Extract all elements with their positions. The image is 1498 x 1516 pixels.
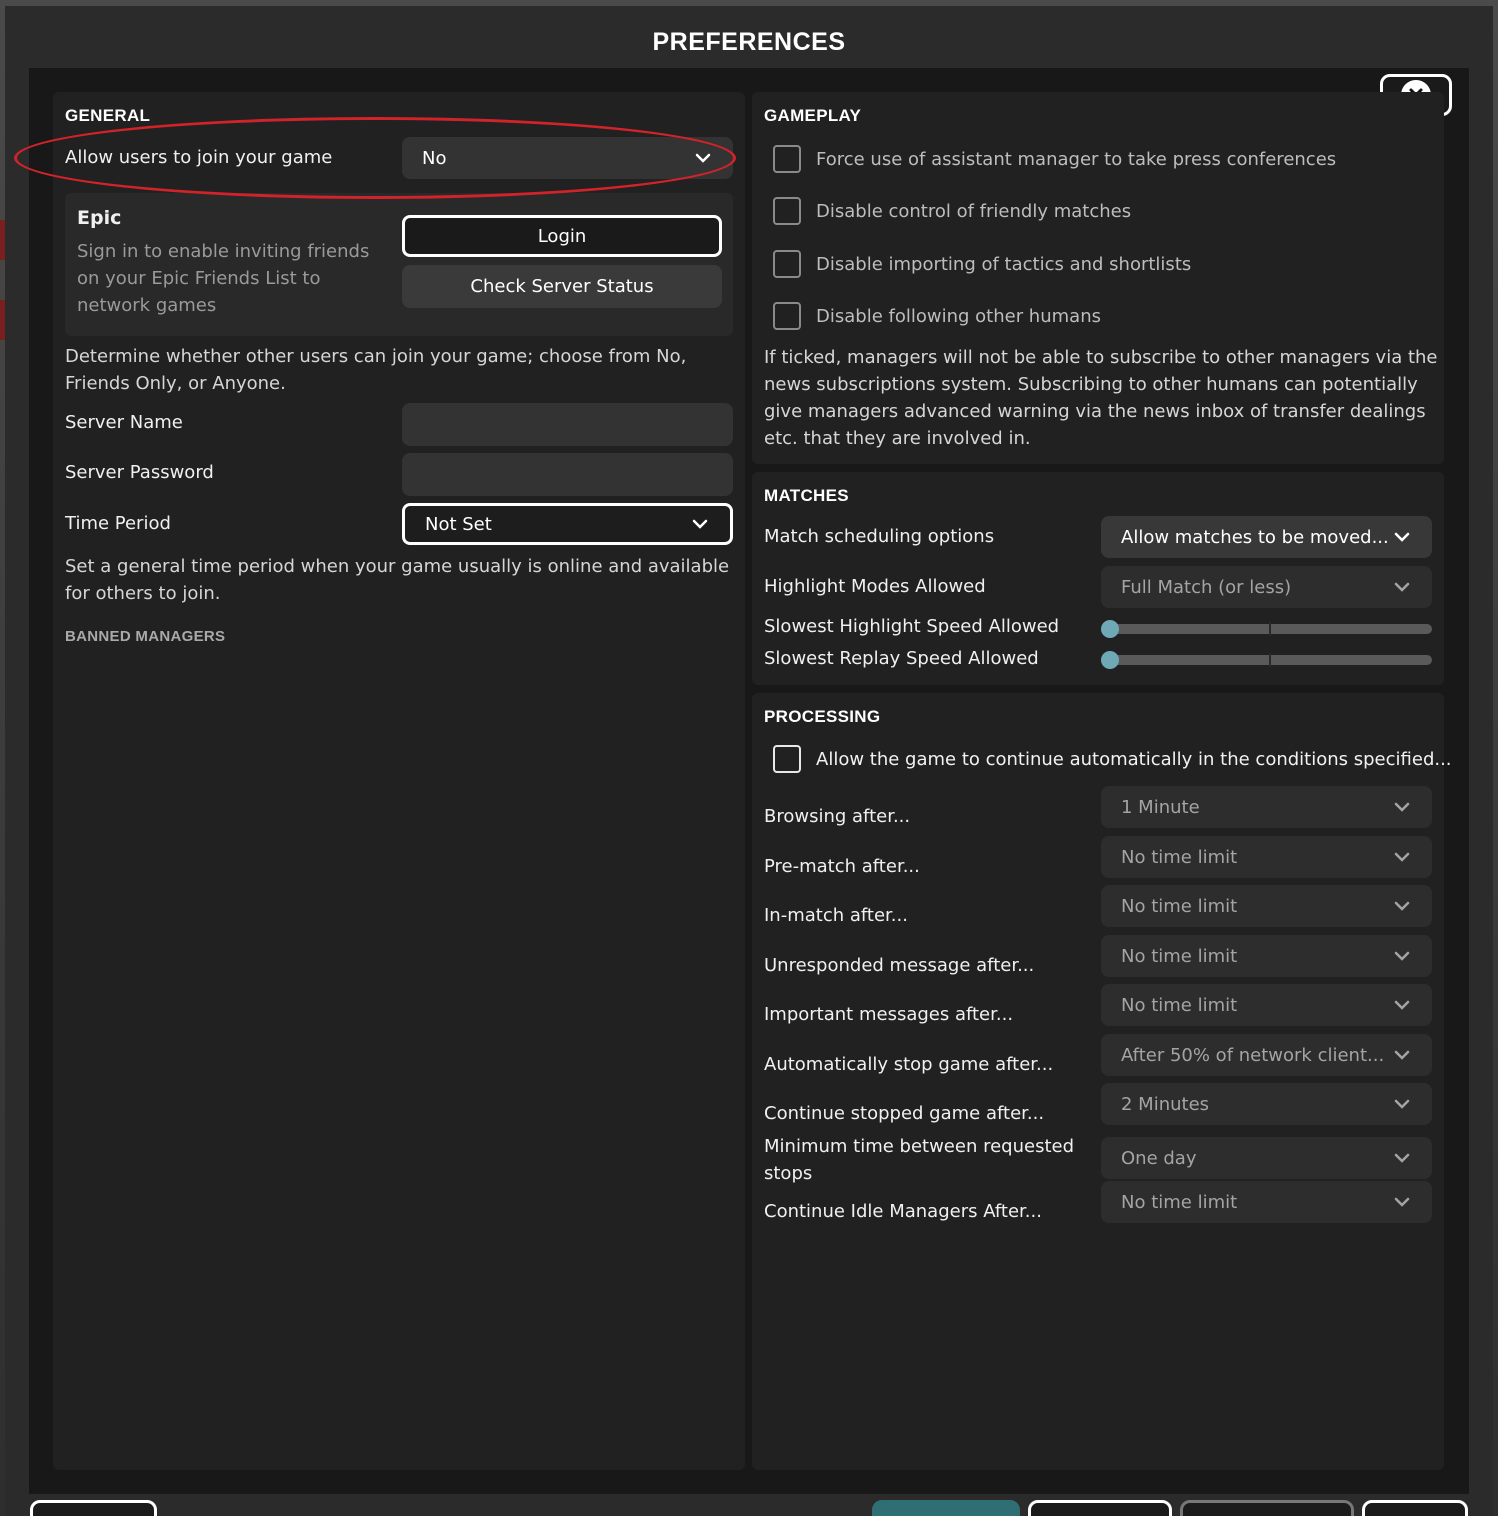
- server-name-input[interactable]: [402, 403, 733, 446]
- processing-row-value: No time limit: [1121, 994, 1238, 1016]
- gameplay-option[interactable]: Disable following other humans: [773, 302, 1101, 330]
- time-period-dropdown[interactable]: Not Set: [402, 503, 733, 545]
- processing-row-label: Unresponded message after...: [764, 955, 1035, 976]
- slider-tick: [1268, 653, 1271, 667]
- chevron-down-icon: [1394, 901, 1410, 911]
- processing-row-label: Pre-match after...: [764, 856, 920, 877]
- highlight-modes-value: Full Match (or less): [1121, 576, 1292, 598]
- processing-row-dropdown[interactable]: No time limit: [1101, 984, 1432, 1026]
- match-scheduling-label: Match scheduling options: [764, 526, 995, 547]
- slider-knob[interactable]: [1101, 620, 1119, 638]
- chevron-down-icon: [692, 519, 708, 529]
- chevron-down-icon: [695, 153, 711, 163]
- gameplay-option-label: Disable control of friendly matches: [816, 200, 1132, 222]
- footer-button[interactable]: [872, 1500, 1020, 1516]
- join-description: Determine whether other users can join y…: [65, 346, 687, 394]
- processing-row-dropdown[interactable]: 2 Minutes: [1101, 1083, 1432, 1125]
- highlight-modes-dropdown[interactable]: Full Match (or less): [1101, 566, 1432, 608]
- chevron-down-icon: [1394, 1197, 1410, 1207]
- slowest-highlight-label: Slowest Highlight Speed Allowed: [764, 616, 1060, 637]
- gameplay-option-label: Disable importing of tactics and shortli…: [816, 253, 1192, 275]
- processing-row-dropdown[interactable]: No time limit: [1101, 885, 1432, 927]
- processing-row-dropdown[interactable]: One day: [1101, 1137, 1432, 1179]
- processing-row-dropdown[interactable]: After 50% of network client...: [1101, 1034, 1432, 1076]
- chevron-down-icon: [1394, 582, 1410, 592]
- server-password-label: Server Password: [65, 462, 214, 483]
- processing-row-value: No time limit: [1121, 945, 1238, 967]
- chevron-down-icon: [1394, 1099, 1410, 1109]
- gameplay-description: If ticked, managers will not be able to …: [764, 347, 1438, 449]
- processing-row-dropdown[interactable]: 1 Minute: [1101, 786, 1432, 828]
- processing-heading: PROCESSING: [764, 707, 881, 726]
- server-password-input[interactable]: [402, 453, 733, 496]
- footer-button[interactable]: [1028, 1500, 1172, 1516]
- processing-row-label: Important messages after...: [764, 1004, 1014, 1025]
- processing-row-label: In-match after...: [764, 905, 908, 926]
- chevron-down-icon: [1394, 1000, 1410, 1010]
- processing-row-dropdown[interactable]: No time limit: [1101, 1181, 1432, 1223]
- slowest-highlight-slider[interactable]: [1101, 620, 1432, 638]
- processing-row-label: Automatically stop game after...: [764, 1054, 1054, 1075]
- footer-button[interactable]: [1362, 1500, 1468, 1516]
- checkbox[interactable]: [773, 302, 801, 330]
- checkbox[interactable]: [773, 745, 801, 773]
- epic-description: Sign in to enable inviting friends on yo…: [77, 241, 370, 316]
- processing-row-value: One day: [1121, 1147, 1197, 1169]
- gameplay-option-label: Force use of assistant manager to take p…: [816, 148, 1337, 170]
- matches-heading: MATCHES: [764, 486, 849, 505]
- chevron-down-icon: [1394, 852, 1410, 862]
- gameplay-option[interactable]: Force use of assistant manager to take p…: [773, 145, 1336, 173]
- slider-knob[interactable]: [1101, 651, 1119, 669]
- processing-row-label: Minimum time between requested stops: [764, 1136, 1075, 1184]
- time-period-value: Not Set: [425, 513, 492, 535]
- processing-row-value: After 50% of network client...: [1121, 1044, 1385, 1066]
- gameplay-option[interactable]: Disable control of friendly matches: [773, 197, 1131, 225]
- checkbox[interactable]: [773, 250, 801, 278]
- processing-row-value: No time limit: [1121, 846, 1238, 868]
- allow-join-label: Allow users to join your game: [65, 147, 333, 168]
- checkbox[interactable]: [773, 145, 801, 173]
- chevron-down-icon: [1394, 1153, 1410, 1163]
- dialog-title: PREFERENCES: [652, 28, 846, 56]
- gameplay-option-label: Disable following other humans: [816, 305, 1101, 327]
- auto-continue-option[interactable]: Allow the game to continue automatically…: [773, 745, 1452, 773]
- slider-tick: [1268, 622, 1271, 636]
- chevron-down-icon: [1394, 532, 1410, 542]
- processing-row-value: No time limit: [1121, 895, 1238, 917]
- processing-row-value: No time limit: [1121, 1191, 1238, 1213]
- slowest-replay-label: Slowest Replay Speed Allowed: [764, 648, 1039, 669]
- time-period-label: Time Period: [65, 513, 171, 534]
- auto-continue-label: Allow the game to continue automatically…: [816, 748, 1452, 770]
- chevron-down-icon: [1394, 1050, 1410, 1060]
- general-heading: GENERAL: [65, 106, 151, 125]
- epic-title: Epic: [77, 207, 122, 229]
- processing-row-label: Continue stopped game after...: [764, 1103, 1045, 1124]
- footer-button[interactable]: [30, 1500, 157, 1516]
- processing-row-value: 1 Minute: [1121, 796, 1200, 818]
- check-server-status-button[interactable]: Check Server Status: [402, 265, 722, 308]
- processing-row-dropdown[interactable]: No time limit: [1101, 935, 1432, 977]
- highlight-modes-label: Highlight Modes Allowed: [764, 576, 986, 597]
- match-scheduling-dropdown[interactable]: Allow matches to be moved...: [1101, 516, 1432, 558]
- time-period-description: Set a general time period when your game…: [65, 556, 730, 604]
- allow-join-value: No: [422, 147, 447, 169]
- processing-row-label: Browsing after...: [764, 806, 911, 827]
- server-name-label: Server Name: [65, 412, 183, 433]
- gameplay-heading: GAMEPLAY: [764, 106, 862, 125]
- checkbox[interactable]: [773, 197, 801, 225]
- login-button[interactable]: Login: [402, 215, 722, 257]
- chevron-down-icon: [1394, 951, 1410, 961]
- allow-join-dropdown[interactable]: No: [402, 137, 733, 179]
- processing-row-dropdown[interactable]: No time limit: [1101, 836, 1432, 878]
- footer-button[interactable]: [1180, 1500, 1354, 1516]
- slowest-replay-slider[interactable]: [1101, 651, 1432, 669]
- processing-row-label: Continue Idle Managers After...: [764, 1201, 1042, 1222]
- banned-managers-heading: BANNED MANAGERS: [65, 628, 226, 645]
- processing-row-value: 2 Minutes: [1121, 1093, 1210, 1115]
- chevron-down-icon: [1394, 802, 1410, 812]
- gameplay-option[interactable]: Disable importing of tactics and shortli…: [773, 250, 1191, 278]
- match-scheduling-value: Allow matches to be moved...: [1121, 526, 1389, 548]
